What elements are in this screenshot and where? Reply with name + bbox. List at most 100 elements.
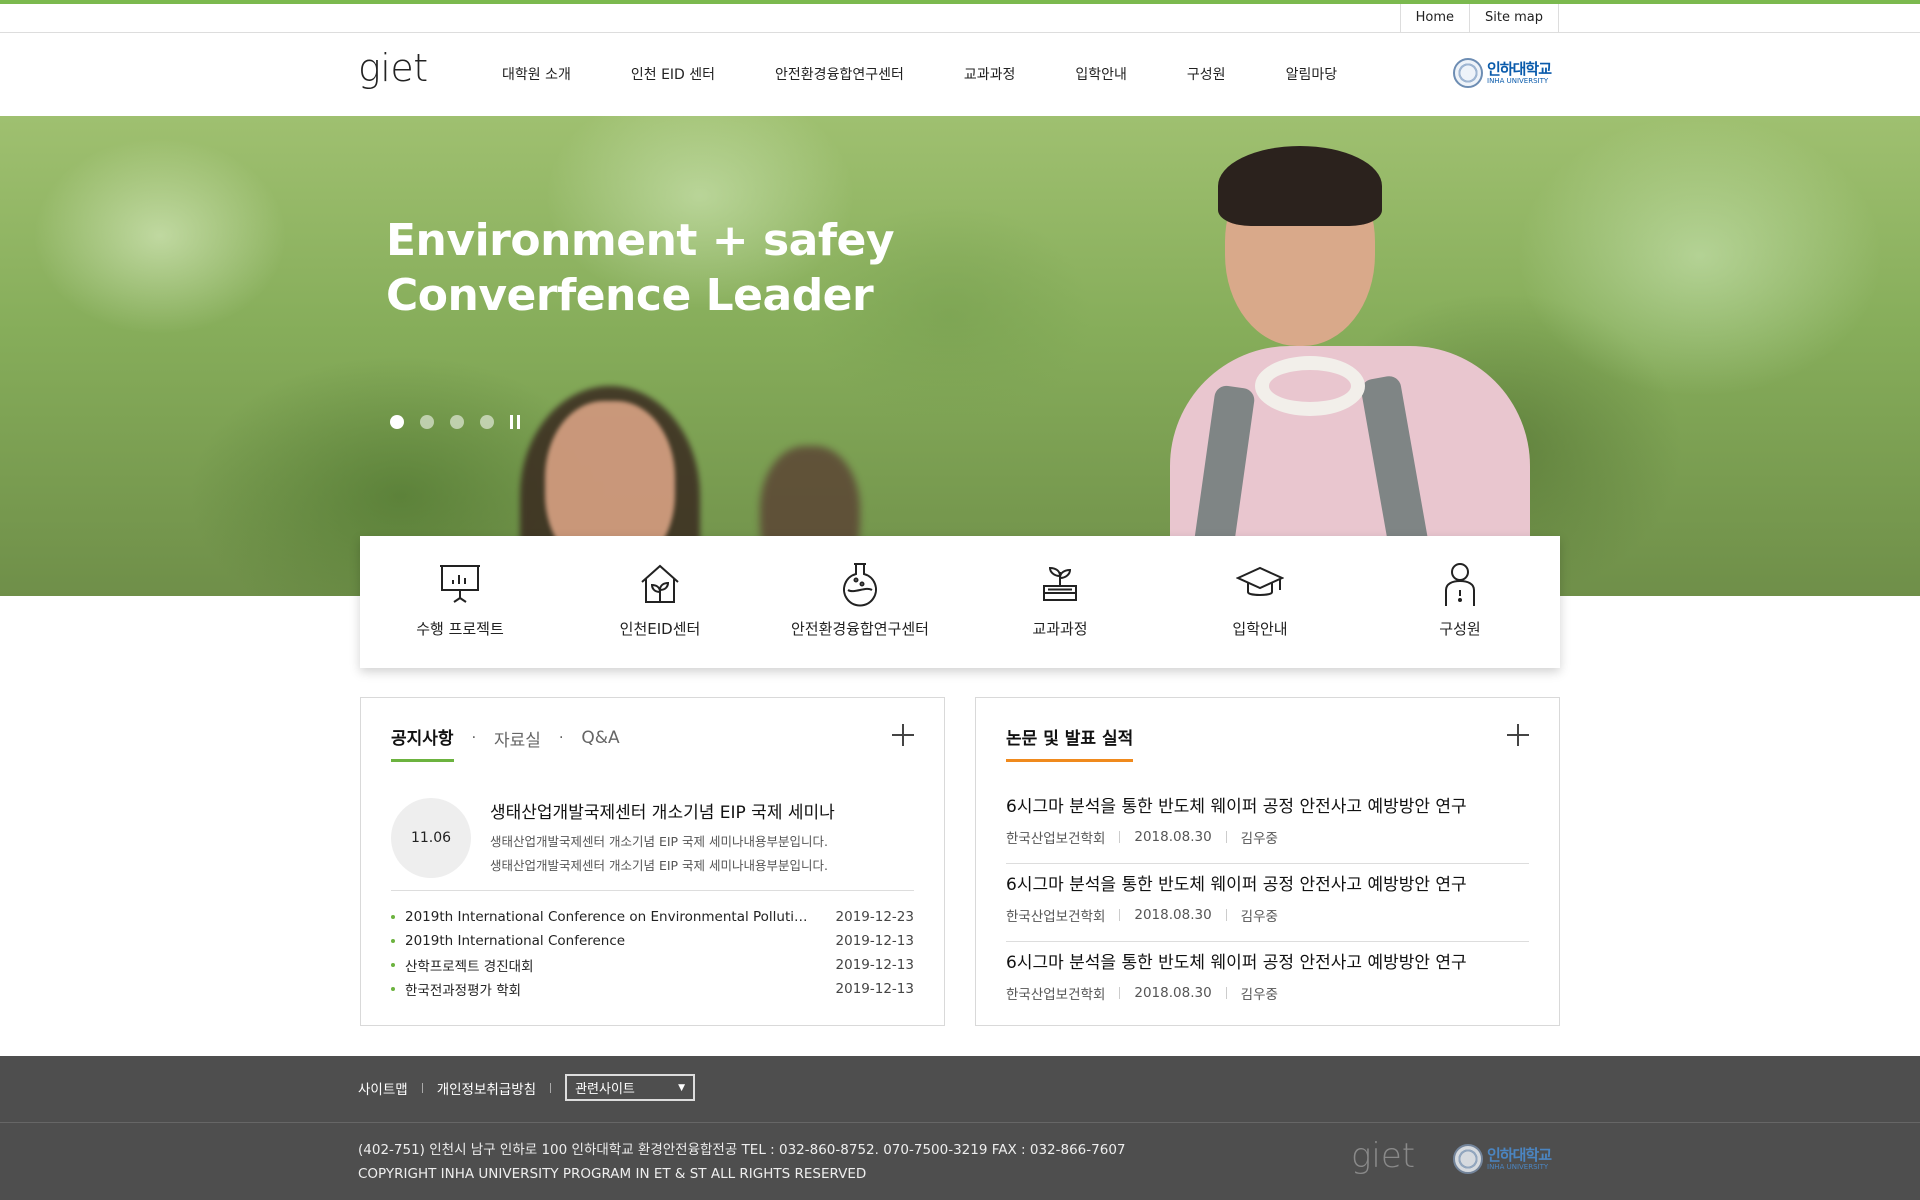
related-sites-label: 관련사이트 <box>575 1082 635 1097</box>
nav-item-eid-center[interactable]: 인천 EID 센터 <box>631 64 715 84</box>
nav-item-notice[interactable]: 알림마당 <box>1286 64 1338 84</box>
footer-logo: giet <box>1351 1136 1416 1176</box>
bullet-icon <box>391 939 395 943</box>
paper-author: 김우중 <box>1240 987 1278 1003</box>
nav-item-members[interactable]: 구성원 <box>1187 64 1226 84</box>
tab-separator: · <box>558 730 564 746</box>
utility-links: Home Site map <box>1399 4 1559 33</box>
university-emblem-icon <box>1453 1144 1483 1174</box>
notice-date: 2019-12-23 <box>835 909 914 925</box>
hero-photo-person <box>1218 146 1382 226</box>
bullet-icon <box>391 963 395 967</box>
utility-bar: Home Site map <box>0 4 1920 33</box>
bullet-icon <box>391 915 395 919</box>
quick-item-eid-center[interactable]: 인천EID센터 <box>560 536 760 668</box>
hero-title: Environment + safey Converfence Leader <box>386 213 895 323</box>
university-name-en: INHA UNIVERSITY <box>1487 1162 1549 1171</box>
nav-item-admission[interactable]: 입학안내 <box>1075 64 1127 84</box>
papers-list: 6시그마 분석을 통한 반도체 웨이퍼 공정 안전사고 예방방안 연구 한국산업… <box>1006 786 1529 1020</box>
header: giet 대학원 소개 인천 EID 센터 안전환경융합연구센터 교과과정 입학… <box>0 34 1920 116</box>
footer: 사이트맵 개인정보취급방침 관련사이트 ▼ (402-751) 인천시 남구 인… <box>0 1056 1920 1200</box>
notice-board: 공지사항 · 자료실 · Q&A 11.06 생태산업개발국제센터 개소기념 E… <box>360 697 945 1026</box>
list-item[interactable]: 한국전과정평가 학회 2019-12-13 <box>391 977 914 1001</box>
slide-dot-3[interactable] <box>450 415 464 429</box>
quick-item-admission[interactable]: 입학안내 <box>1160 536 1360 668</box>
slide-dot-1[interactable] <box>390 415 404 429</box>
quick-label: 수행 프로젝트 <box>416 620 504 638</box>
quick-label: 입학안내 <box>1232 620 1288 638</box>
quick-label: 교과과정 <box>1032 620 1088 638</box>
main-nav: 대학원 소개 인천 EID 센터 안전환경융합연구센터 교과과정 입학안내 구성… <box>502 64 1397 84</box>
paper-title: 6시그마 분석을 통한 반도체 웨이퍼 공정 안전사고 예방방안 연구 <box>1006 953 1467 973</box>
related-sites-select[interactable]: 관련사이트 ▼ <box>565 1074 696 1101</box>
notice-title: 2019th International Conference <box>405 933 626 949</box>
house-sprout-icon <box>641 564 679 603</box>
notice-title: 2019th International Conference on Envir… <box>405 909 810 925</box>
university-name: 인하대학교 <box>1487 59 1552 78</box>
quick-item-research-center[interactable]: 안전환경융합연구센터 <box>760 536 960 668</box>
caret-down-icon: ▼ <box>678 1082 686 1093</box>
home-link[interactable]: Home <box>1401 4 1471 33</box>
sitemap-link[interactable]: Site map <box>1470 4 1559 33</box>
paper-author: 김우중 <box>1240 909 1278 925</box>
notice-date: 2019-12-13 <box>835 933 914 949</box>
featured-description: 생태산업개발국제센터 개소기념 EIP 국제 세미나내용부분입니다. 생태산업개… <box>490 834 828 873</box>
paper-author: 김우중 <box>1240 831 1278 847</box>
person-icon <box>1445 563 1475 606</box>
quick-menu: 수행 프로젝트 인천EID센터 안전환경융합연구센터 교과과정 입학안내 구성원 <box>360 536 1560 668</box>
list-item[interactable]: 6시그마 분석을 통한 반도체 웨이퍼 공정 안전사고 예방방안 연구 한국산업… <box>1006 942 1529 1020</box>
footer-sitemap-link[interactable]: 사이트맵 <box>358 1078 408 1098</box>
list-item[interactable]: 2019th International Conference 2019-12-… <box>391 929 914 953</box>
list-item[interactable]: 산학프로젝트 경진대회 2019-12-13 <box>391 953 914 977</box>
list-item[interactable]: 6시그마 분석을 통한 반도체 웨이퍼 공정 안전사고 예방방안 연구 한국산업… <box>1006 786 1529 864</box>
notice-list: 2019th International Conference on Envir… <box>391 905 914 1001</box>
university-name-en: INHA UNIVERSITY <box>1487 76 1549 85</box>
university-logo[interactable]: 인하대학교 INHA UNIVERSITY <box>1453 58 1552 88</box>
slide-dot-4[interactable] <box>480 415 494 429</box>
list-item[interactable]: 2019th International Conference on Envir… <box>391 905 914 929</box>
footer-info: (402-751) 인천시 남구 인하로 100 인하대학교 환경안전융합전공 … <box>358 1138 1126 1186</box>
paper-date: 2018.08.30 <box>1134 907 1212 923</box>
nav-item-research-center[interactable]: 안전환경융합연구센터 <box>775 64 904 84</box>
more-plus-icon[interactable] <box>892 724 914 746</box>
footer-copyright: COPYRIGHT INHA UNIVERSITY PROGRAM IN ET … <box>358 1166 867 1182</box>
notice-date: 2019-12-13 <box>835 957 914 973</box>
site-logo[interactable]: giet <box>358 46 428 90</box>
papers-title[interactable]: 논문 및 발표 실적 <box>1006 724 1134 762</box>
sprout-books-icon <box>1043 566 1077 601</box>
flask-icon <box>843 563 877 607</box>
paper-journal: 한국산업보건학회 <box>1006 831 1106 847</box>
quick-label: 인천EID센터 <box>619 620 701 638</box>
quick-item-curriculum[interactable]: 교과과정 <box>960 536 1160 668</box>
slide-dot-2[interactable] <box>420 415 434 429</box>
university-emblem-icon <box>1453 58 1483 88</box>
featured-date: 11.06 <box>391 798 471 878</box>
presentation-board-icon <box>440 565 480 603</box>
pause-icon[interactable] <box>510 415 520 429</box>
notice-title: 한국전과정평가 학회 <box>405 983 522 999</box>
hero-photo-headphones <box>1255 356 1365 416</box>
quick-item-members[interactable]: 구성원 <box>1360 536 1560 668</box>
tab-archive[interactable]: 자료실 <box>494 726 541 761</box>
tab-notice[interactable]: 공지사항 <box>391 724 454 762</box>
papers-board: 논문 및 발표 실적 6시그마 분석을 통한 반도체 웨이퍼 공정 안전사고 예… <box>975 697 1560 1026</box>
tab-qna[interactable]: Q&A <box>581 728 619 758</box>
more-plus-icon[interactable] <box>1507 724 1529 746</box>
list-item[interactable]: 6시그마 분석을 통한 반도체 웨이퍼 공정 안전사고 예방방안 연구 한국산업… <box>1006 864 1529 942</box>
footer-address: (402-751) 인천시 남구 인하로 100 인하대학교 환경안전융합전공 … <box>358 1142 1126 1158</box>
notice-date: 2019-12-13 <box>835 981 914 997</box>
nav-item-curriculum[interactable]: 교과과정 <box>964 64 1016 84</box>
paper-journal: 한국산업보건학회 <box>1006 909 1106 925</box>
quick-item-projects[interactable]: 수행 프로젝트 <box>360 536 560 668</box>
bullet-icon <box>391 987 395 991</box>
paper-title: 6시그마 분석을 통한 반도체 웨이퍼 공정 안전사고 예방방안 연구 <box>1006 875 1467 895</box>
footer-links: 사이트맵 개인정보취급방침 관련사이트 ▼ <box>358 1074 696 1101</box>
nav-item-about[interactable]: 대학원 소개 <box>502 64 571 84</box>
slider-controls <box>390 415 520 429</box>
paper-date: 2018.08.30 <box>1134 829 1212 845</box>
footer-university-logo: 인하대학교 INHA UNIVERSITY <box>1453 1144 1552 1174</box>
footer-privacy-link[interactable]: 개인정보취급방침 <box>437 1078 536 1098</box>
quick-label: 안전환경융합연구센터 <box>790 620 929 638</box>
featured-notice[interactable]: 11.06 생태산업개발국제센터 개소기념 EIP 국제 세미나 생태산업개발국… <box>391 798 914 891</box>
featured-title: 생태산업개발국제센터 개소기념 EIP 국제 세미나 <box>490 803 835 823</box>
